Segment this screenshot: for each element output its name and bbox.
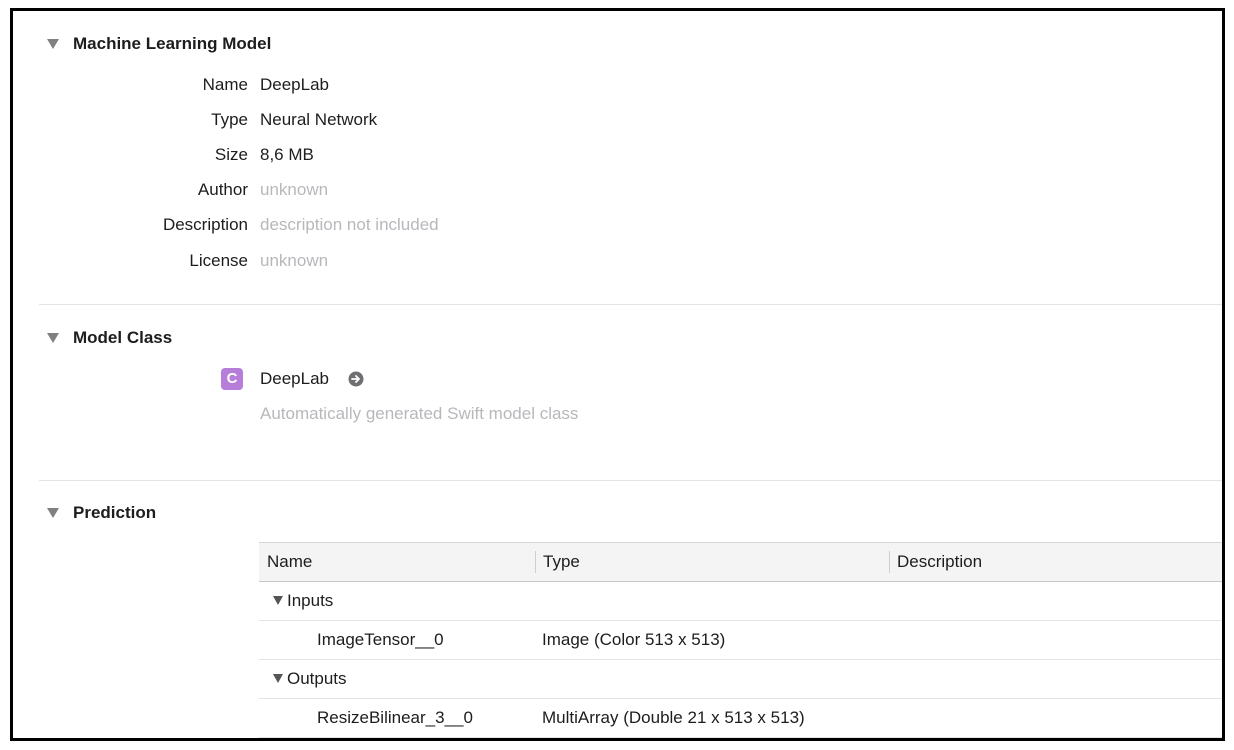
table-group-row-inputs[interactable]: Inputs (259, 582, 1222, 621)
model-class-description: Automatically generated Swift model clas… (260, 404, 579, 423)
disclosure-triangle-icon[interactable] (273, 674, 283, 683)
section-divider (39, 480, 1222, 481)
property-value: Neural Network (260, 110, 378, 129)
property-value: unknown (260, 251, 329, 270)
feature-name: ImageTensor__0 (317, 630, 444, 649)
disclosure-triangle-icon[interactable] (47, 39, 59, 49)
group-label-text: Inputs (287, 591, 334, 610)
section-header-model-class[interactable]: Model Class (47, 326, 172, 350)
property-row-name: Name (13, 74, 248, 96)
table-row[interactable]: ImageTensor__0 Image (Color 513 x 513) (259, 621, 1222, 660)
column-header-name[interactable]: Name (267, 543, 312, 581)
column-separator[interactable] (889, 551, 890, 573)
group-label: Outputs (273, 660, 347, 698)
section-header-ml-model[interactable]: Machine Learning Model (47, 32, 271, 56)
property-row-description: Description (13, 214, 248, 236)
section-title: Prediction (73, 503, 157, 522)
model-inspector-window: Machine Learning Model Name DeepLab Type… (10, 8, 1225, 741)
table-row[interactable]: ResizeBilinear_3__0 MultiArray (Double 2… (259, 699, 1222, 738)
table-header: Name Type Description (259, 542, 1222, 582)
feature-name: ResizeBilinear_3__0 (317, 708, 473, 727)
property-value: DeepLab (260, 75, 330, 94)
section-title: Model Class (73, 328, 173, 347)
disclosure-triangle-icon[interactable] (47, 333, 59, 343)
section-divider (39, 304, 1222, 305)
property-row-author: Author (13, 179, 248, 201)
section-title: Machine Learning Model (73, 34, 272, 53)
feature-type: Image (Color 513 x 513) (542, 630, 726, 649)
property-label: Type (211, 110, 248, 129)
class-badge-icon: C (221, 368, 243, 390)
column-header-type[interactable]: Type (543, 543, 580, 581)
column-header-description[interactable]: Description (897, 543, 982, 581)
column-separator[interactable] (535, 551, 536, 573)
property-label: License (189, 251, 248, 270)
prediction-table: Name Type Description Inputs ImageTensor… (259, 542, 1222, 738)
property-row-type: Type (13, 109, 248, 131)
property-row-license: License (13, 250, 248, 272)
property-value: unknown (260, 180, 329, 199)
group-label: Inputs (273, 582, 333, 620)
property-value: description not included (260, 215, 439, 234)
property-label: Size (214, 145, 248, 164)
table-group-row-outputs[interactable]: Outputs (259, 660, 1222, 699)
property-label: Name (202, 75, 248, 94)
property-label: Author (197, 180, 248, 199)
disclosure-triangle-icon[interactable] (47, 508, 59, 518)
section-header-prediction[interactable]: Prediction (47, 501, 156, 525)
arrow-circle-right-icon[interactable] (348, 371, 364, 387)
property-row-size: Size (13, 144, 248, 166)
group-label-text: Outputs (287, 669, 347, 688)
disclosure-triangle-icon[interactable] (273, 596, 283, 605)
model-class-name: DeepLab (260, 369, 330, 388)
property-value: 8,6 MB (260, 145, 314, 164)
property-label: Description (162, 215, 248, 234)
feature-type: MultiArray (Double 21 x 513 x 513) (542, 708, 805, 727)
